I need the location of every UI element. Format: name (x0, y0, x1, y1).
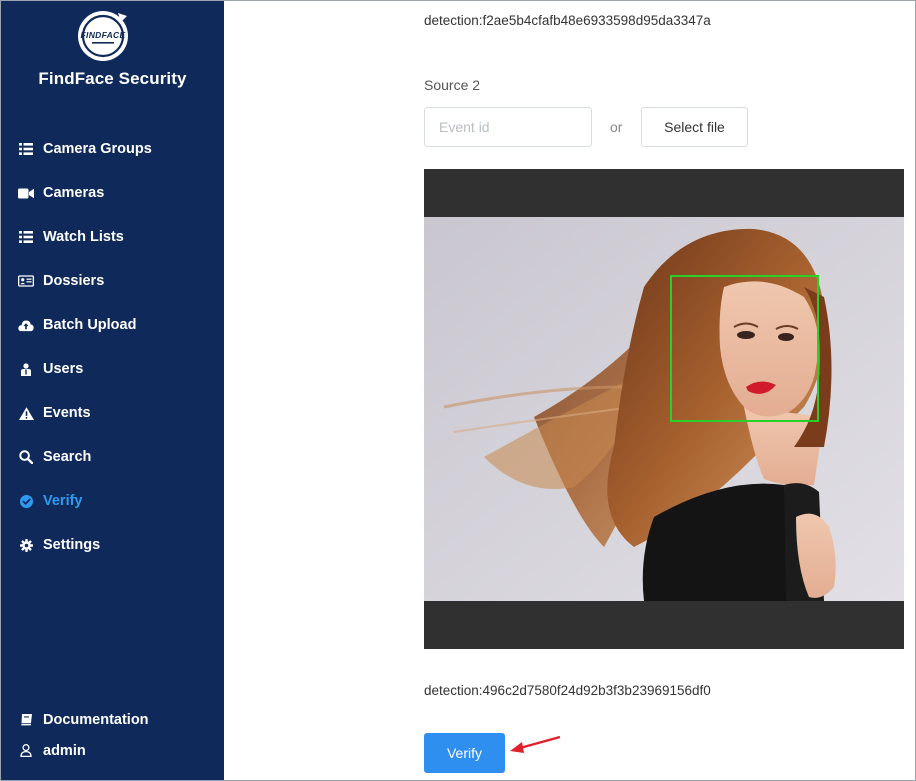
app-title: FindFace Security (38, 69, 187, 88)
sidebar-item-users[interactable]: Users (1, 347, 224, 391)
cloud-upload-icon (18, 317, 34, 333)
sidebar-item-label: Watch Lists (43, 229, 124, 245)
gear-icon (18, 537, 34, 553)
video-camera-icon (18, 185, 34, 201)
list-icon (18, 141, 34, 157)
sidebar-item-settings[interactable]: Settings (1, 523, 224, 567)
verify-main: detection:f2ae5b4cfafb48e6933598d95da334… (224, 1, 915, 780)
sidebar-item-label: Documentation (43, 711, 149, 728)
check-circle-icon (18, 493, 34, 509)
sidebar-bottom: Documentation admin (1, 704, 224, 766)
sidebar-item-batch-upload[interactable]: Batch Upload (1, 303, 224, 347)
sidebar-item-documentation[interactable]: Documentation (1, 704, 224, 735)
source-2-photo (424, 217, 904, 601)
sidebar-nav: Camera Groups Cameras Watch Lists Dossie… (1, 127, 224, 567)
sidebar-item-label: Dossiers (43, 273, 105, 289)
users-icon (18, 361, 34, 377)
sidebar-item-cameras[interactable]: Cameras (1, 171, 224, 215)
sidebar-item-search[interactable]: Search (1, 435, 224, 479)
sidebar-item-label: Batch Upload (43, 317, 137, 333)
sidebar-item-label: Settings (43, 537, 101, 553)
sidebar-item-label: Cameras (43, 185, 105, 201)
findface-logo: FINDFACE (74, 7, 132, 65)
detection-id-source-1: detection:f2ae5b4cfafb48e6933598d95da334… (424, 13, 711, 28)
sidebar-item-label: Users (43, 361, 84, 377)
sidebar-item-admin[interactable]: admin (1, 735, 224, 766)
event-id-input[interactable] (424, 107, 592, 147)
face-detection-box[interactable] (670, 275, 819, 422)
list-icon (18, 229, 34, 245)
logo-text: FINDFACE (80, 30, 126, 40)
warning-icon (18, 405, 34, 421)
sidebar-item-watch-lists[interactable]: Watch Lists (1, 215, 224, 259)
sidebar: FINDFACE FindFace Security Camera Groups… (1, 1, 224, 780)
sidebar-item-dossiers[interactable]: Dossiers (1, 259, 224, 303)
sidebar-item-events[interactable]: Events (1, 391, 224, 435)
detection-id-source-2: detection:496c2d7580f24d92b3f3b23969156d… (424, 683, 711, 698)
sidebar-item-camera-groups[interactable]: Camera Groups (1, 127, 224, 171)
source-2-label: Source 2 (424, 77, 481, 93)
source-2-image-viewer (424, 169, 904, 649)
or-label: or (610, 119, 623, 135)
sidebar-item-label: Search (43, 449, 92, 465)
verify-button[interactable]: Verify (424, 733, 505, 773)
select-file-button[interactable]: Select file (641, 107, 748, 147)
sidebar-item-label: admin (43, 742, 86, 759)
sidebar-item-label: Verify (43, 493, 83, 509)
sidebar-item-label: Events (43, 405, 91, 421)
sidebar-item-label: Camera Groups (43, 141, 152, 157)
sidebar-item-verify[interactable]: Verify (1, 479, 224, 523)
red-arrow-annotation (510, 735, 561, 753)
book-icon (18, 712, 34, 728)
id-card-icon (18, 273, 34, 289)
search-icon (18, 449, 34, 465)
user-icon (18, 743, 34, 759)
